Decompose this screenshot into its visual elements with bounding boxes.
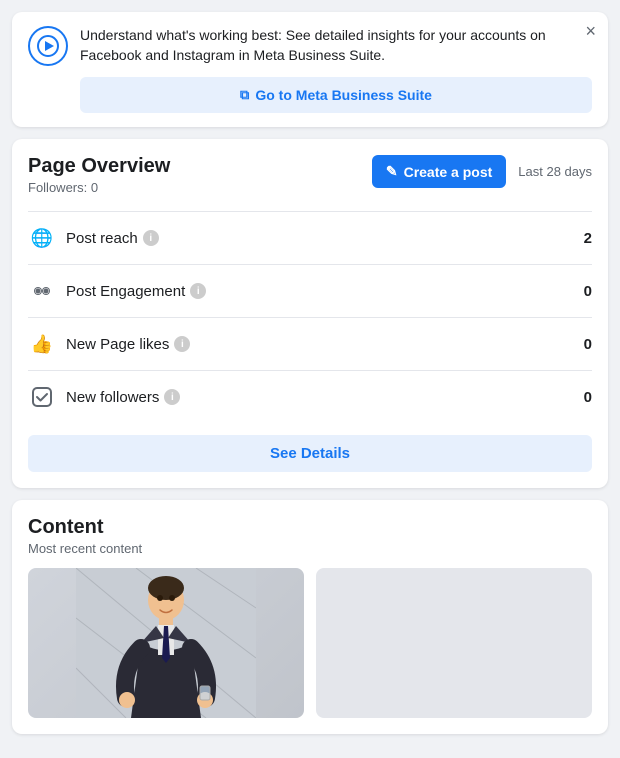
see-details-button[interactable]: See Details bbox=[28, 435, 592, 472]
post-engagement-info-icon[interactable]: i bbox=[190, 283, 206, 299]
new-page-likes-icon: 👍 bbox=[28, 330, 56, 358]
post-reach-value: 2 bbox=[584, 230, 592, 247]
new-followers-icon bbox=[28, 383, 56, 411]
create-post-button[interactable]: ✎ Create a post bbox=[372, 155, 506, 188]
go-to-meta-suite-button[interactable]: ⧉ Go to Meta Business Suite bbox=[80, 77, 592, 113]
page-overview-card: Page Overview Followers: 0 ✎ Create a po… bbox=[12, 139, 608, 488]
content-subtitle: Most recent content bbox=[28, 541, 592, 556]
metric-row-new-page-likes: 👍 New Page likes i 0 bbox=[28, 317, 592, 370]
new-followers-value: 0 bbox=[584, 389, 592, 406]
external-link-icon: ⧉ bbox=[240, 87, 249, 103]
post-reach-icon: 🌐 bbox=[28, 224, 56, 252]
page-overview-title: Page Overview bbox=[28, 155, 170, 178]
content-thumbnail-1[interactable] bbox=[28, 568, 304, 718]
new-followers-info-icon[interactable]: i bbox=[164, 389, 180, 405]
banner-text: Understand what's working best: See deta… bbox=[80, 26, 592, 65]
new-page-likes-label: New Page likes i bbox=[66, 336, 190, 353]
close-button[interactable]: × bbox=[585, 22, 596, 40]
overview-header-right: ✎ Create a post Last 28 days bbox=[372, 155, 592, 188]
post-engagement-icon bbox=[28, 277, 56, 305]
meta-icon bbox=[28, 26, 68, 66]
overview-title-group: Page Overview Followers: 0 bbox=[28, 155, 170, 195]
banner-card: Understand what's working best: See deta… bbox=[12, 12, 608, 127]
post-reach-label: Post reach i bbox=[66, 230, 159, 247]
post-reach-info-icon[interactable]: i bbox=[143, 230, 159, 246]
content-title: Content bbox=[28, 516, 592, 539]
followers-count: Followers: 0 bbox=[28, 180, 170, 195]
new-followers-label: New followers i bbox=[66, 389, 180, 406]
edit-icon: ✎ bbox=[386, 163, 398, 180]
date-range: Last 28 days bbox=[518, 164, 592, 179]
metric-row-post-reach: 🌐 Post reach i 2 bbox=[28, 211, 592, 264]
metric-row-new-followers: New followers i 0 bbox=[28, 370, 592, 423]
content-thumbnail-2[interactable] bbox=[316, 568, 592, 718]
metric-row-post-engagement: Post Engagement i 0 bbox=[28, 264, 592, 317]
content-grid bbox=[28, 568, 592, 718]
new-page-likes-value: 0 bbox=[584, 336, 592, 353]
overview-header: Page Overview Followers: 0 ✎ Create a po… bbox=[28, 155, 592, 195]
new-page-likes-info-icon[interactable]: i bbox=[174, 336, 190, 352]
create-post-label: Create a post bbox=[404, 164, 493, 180]
meta-suite-label: Go to Meta Business Suite bbox=[255, 87, 432, 103]
post-engagement-label: Post Engagement i bbox=[66, 283, 206, 300]
content-card: Content Most recent content bbox=[12, 500, 608, 734]
post-engagement-value: 0 bbox=[584, 283, 592, 300]
